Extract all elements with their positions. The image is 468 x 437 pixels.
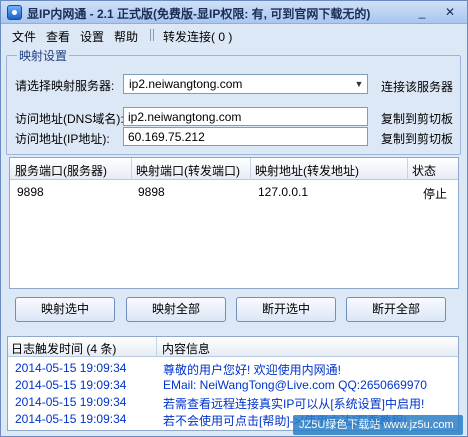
dns-field[interactable]: ip2.neiwangtong.com xyxy=(123,107,368,126)
copy-ip-button[interactable]: 复制到剪切板 xyxy=(381,130,453,147)
menu-help[interactable]: 帮助 xyxy=(114,28,138,45)
ip-field[interactable]: 60.169.75.212 xyxy=(123,127,368,146)
column-divider[interactable] xyxy=(131,158,132,180)
disconnect-selected-button[interactable]: 断开选中 xyxy=(236,297,336,322)
cell-mapped-port: 9898 xyxy=(138,185,165,199)
column-status[interactable]: 状态 xyxy=(412,162,436,179)
title-bar: 显IP内网通 - 2.1 正式版(免费版-显IP权限: 有, 可到官网下载无的)… xyxy=(1,1,467,24)
column-mapped-address[interactable]: 映射地址(转发地址) xyxy=(255,162,359,179)
port-mapping-table[interactable]: 服务端口(服务器) 映射端口(转发端口) 映射地址(转发地址) 状态 9898 … xyxy=(9,157,459,289)
chevron-down-icon[interactable]: ▼ xyxy=(351,75,367,93)
menu-separator xyxy=(150,29,151,41)
column-divider[interactable] xyxy=(156,337,157,357)
menu-view[interactable]: 查看 xyxy=(46,28,70,45)
app-window: 显IP内网通 - 2.1 正式版(免费版-显IP权限: 有, 可到官网下载无的)… xyxy=(0,0,468,437)
disconnect-all-button[interactable]: 断开全部 xyxy=(346,297,446,322)
window-title: 显IP内网通 - 2.1 正式版(免费版-显IP权限: 有, 可到官网下载无的) xyxy=(27,7,371,21)
log-time: 2014-05-15 19:09:34 xyxy=(15,395,127,409)
column-server-port[interactable]: 服务端口(服务器) xyxy=(15,162,107,179)
log-time: 2014-05-15 19:09:34 xyxy=(15,378,127,392)
dns-field-value: ip2.neiwangtong.com xyxy=(128,110,242,124)
log-header: 日志触发时间 (4 条) 内容信息 xyxy=(8,337,458,357)
server-select[interactable]: ip2.neiwangtong.com ▼ xyxy=(123,74,368,94)
ip-label: 访问地址(IP地址): xyxy=(15,132,110,146)
column-divider[interactable] xyxy=(407,158,408,180)
minimize-button[interactable]: _ xyxy=(413,4,431,20)
app-icon xyxy=(7,5,22,20)
connect-server-button[interactable]: 连接该服务器 xyxy=(381,78,453,95)
column-mapped-port[interactable]: 映射端口(转发端口) xyxy=(136,162,240,179)
dns-label: 访问地址(DNS域名): xyxy=(15,112,124,126)
menu-relay-connections[interactable]: 转发连接( 0 ) xyxy=(163,28,232,45)
log-row[interactable]: 2014-05-15 19:09:34 EMail: NeiWangTong@L… xyxy=(8,377,458,393)
log-info: 尊敬的用户您好! 欢迎使用内网通! xyxy=(163,363,342,377)
log-time: 2014-05-15 19:09:34 xyxy=(15,361,127,375)
column-log-info[interactable]: 内容信息 xyxy=(162,340,210,357)
log-row[interactable]: 2014-05-15 19:09:34 若需查看远程连接真实IP可以从[系统设置… xyxy=(8,394,458,411)
log-time: 2014-05-15 19:09:34 xyxy=(15,412,127,426)
cell-status: 停止 xyxy=(423,187,448,201)
server-label: 请选择映射服务器: xyxy=(15,79,115,93)
log-info: EMail: NeiWangTong@Live.com QQ:265066997… xyxy=(163,378,427,392)
menu-settings[interactable]: 设置 xyxy=(80,28,104,45)
cell-server-port: 9898 xyxy=(17,185,44,199)
close-button[interactable]: ✕ xyxy=(441,4,459,20)
map-all-button[interactable]: 映射全部 xyxy=(126,297,226,322)
watermark-banner: JZ5U绿色下载站 www.jz5u.com xyxy=(293,415,463,435)
log-row[interactable]: 2014-05-15 19:09:34 尊敬的用户您好! 欢迎使用内网通! xyxy=(8,360,458,377)
log-info: 若需查看远程连接真实IP可以从[系统设置]中启用! xyxy=(163,397,425,411)
mapping-settings-title: 映射设置 xyxy=(17,47,70,64)
copy-dns-button[interactable]: 复制到剪切板 xyxy=(381,110,453,127)
menu-bar: 文件 查看 设置 帮助 转发连接( 0 ) xyxy=(1,25,467,45)
column-divider[interactable] xyxy=(250,158,251,180)
menu-file[interactable]: 文件 xyxy=(12,28,36,45)
server-select-value: ip2.neiwangtong.com xyxy=(129,77,243,91)
map-selected-button[interactable]: 映射选中 xyxy=(15,297,115,322)
table-header: 服务端口(服务器) 映射端口(转发端口) 映射地址(转发地址) 状态 xyxy=(10,158,458,180)
cell-mapped-address: 127.0.0.1 xyxy=(258,185,309,199)
column-log-time[interactable]: 日志触发时间 (4 条) xyxy=(11,340,116,357)
ip-field-value: 60.169.75.212 xyxy=(128,130,205,144)
